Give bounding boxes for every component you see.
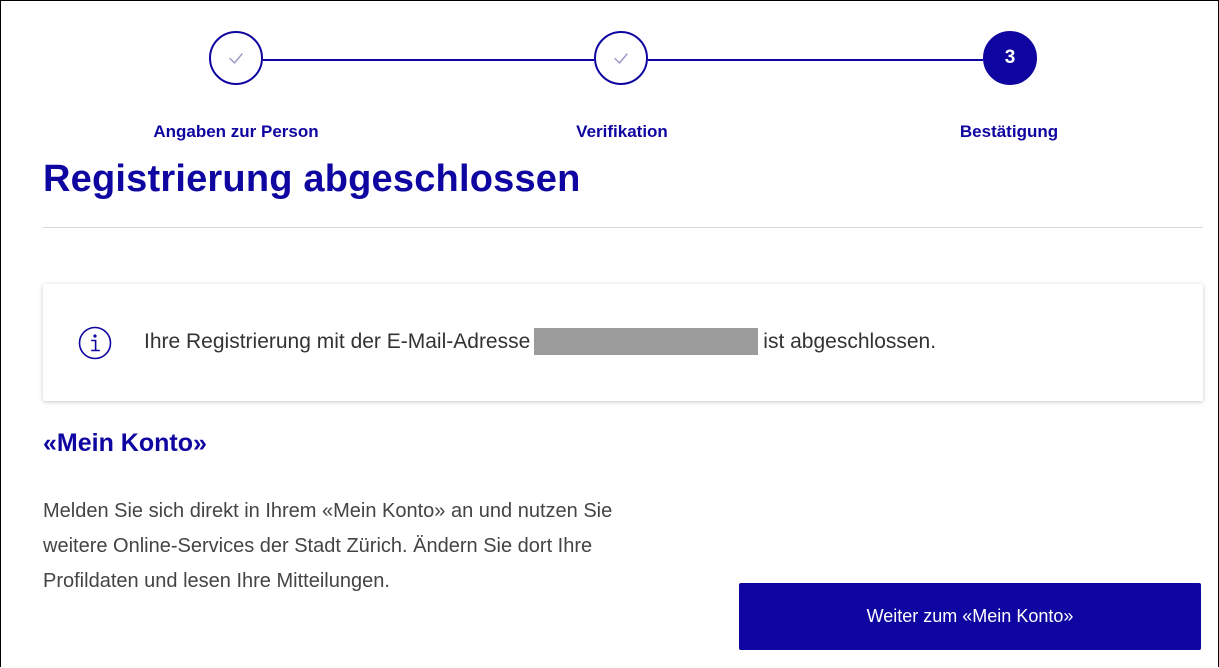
stepper-connector-2: [648, 59, 983, 61]
registration-confirmation-page: 3 Angaben zur Person Verifikation Bestät…: [0, 0, 1219, 667]
info-text-after: ist abgeschlossen.: [763, 329, 937, 353]
info-notice: Ihre Registrierung mit der E-Mail-Adress…: [43, 284, 1203, 401]
check-icon: [614, 53, 628, 64]
account-heading: «Mein Konto»: [43, 429, 207, 457]
title-divider: [43, 227, 1203, 228]
step-1-label: Angaben zur Person: [153, 122, 319, 141]
redacted-email: [534, 328, 759, 355]
check-icon: [229, 53, 243, 64]
step-3-label: Bestätigung: [959, 122, 1059, 141]
step-3-number: 3: [1004, 47, 1016, 68]
step-3-indicator: 3: [983, 31, 1037, 85]
step-1-indicator: [209, 31, 263, 85]
progress-stepper: 3 Angaben zur Person Verifikation Bestät…: [1, 1, 1218, 151]
stepper-connector-1: [263, 59, 594, 61]
info-icon: [78, 326, 112, 360]
info-text-before: Ihre Registrierung mit der E-Mail-Adress…: [144, 329, 531, 353]
step-2-label: Verifikation: [576, 122, 668, 141]
step-2-indicator: [594, 31, 648, 85]
go-to-account-button[interactable]: Weiter zum «Mein Konto»: [739, 583, 1201, 650]
info-message: Ihre Registrierung mit der E-Mail-Adress…: [144, 328, 936, 355]
page-title: Registrierung abgeschlossen: [43, 158, 581, 200]
account-description: Melden Sie sich direkt in Ihrem «Mein Ko…: [43, 500, 613, 592]
